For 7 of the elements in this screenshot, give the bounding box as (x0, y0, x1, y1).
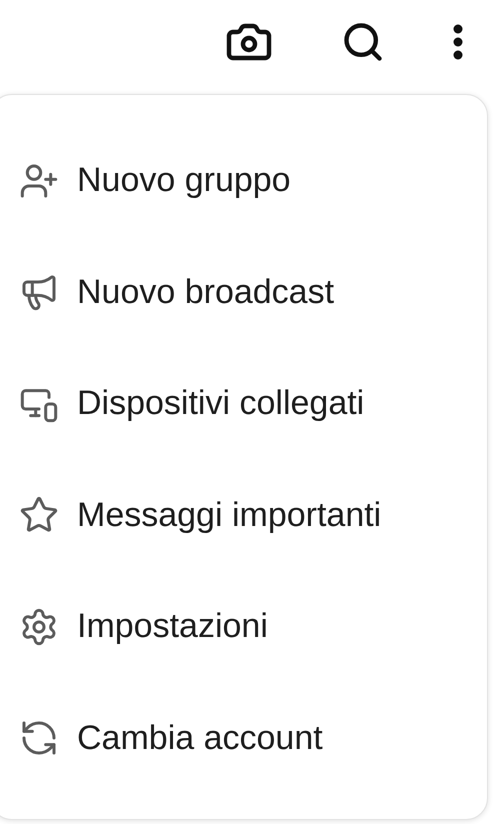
menu-item[interactable]: Impostazioni (0, 571, 487, 682)
menu-item[interactable]: Nuovo broadcast (0, 236, 487, 348)
menu-item[interactable]: Cambia account (0, 682, 487, 794)
menu-item[interactable]: Messaggi importanti (0, 460, 487, 571)
menu-item[interactable]: Nuovo gruppo (0, 125, 487, 236)
more-icon (453, 24, 463, 60)
menu-item[interactable]: Dispositivi collegati (0, 348, 487, 460)
